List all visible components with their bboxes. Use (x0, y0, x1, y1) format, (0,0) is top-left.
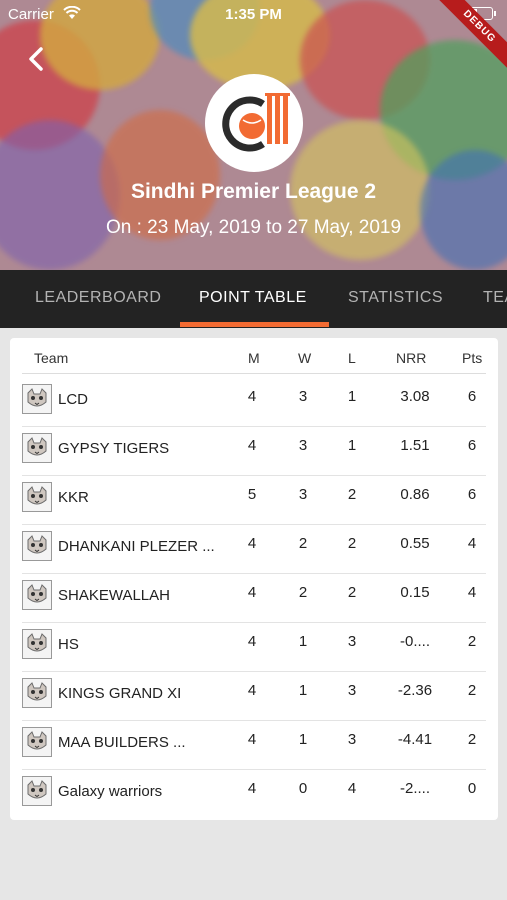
cell-team-name: HS (58, 636, 79, 653)
cell-wins: 1 (298, 633, 308, 650)
cell-team-name: KINGS GRAND XI (58, 685, 182, 702)
cell-nrr: -0.... (399, 633, 430, 650)
cell-matches: 4 (247, 535, 257, 552)
table-row[interactable]: HS 4 1 3 -0.... 2 (10, 623, 498, 672)
cell-wins: 2 (298, 535, 308, 552)
team-avatar-icon (22, 727, 52, 757)
cell-matches: 4 (247, 780, 257, 797)
team-avatar-icon (22, 384, 52, 414)
table-row[interactable]: LCD 4 3 1 3.08 6 (10, 378, 498, 427)
cell-losses: 3 (347, 682, 357, 699)
cell-points: 0 (467, 780, 477, 797)
team-avatar-icon (22, 531, 52, 561)
cell-nrr: -2.... (399, 780, 430, 797)
header-losses: L (348, 350, 356, 366)
league-logo (205, 74, 303, 172)
team-avatar-icon (22, 482, 52, 512)
cell-points: 4 (467, 584, 477, 601)
cell-wins: 3 (298, 437, 308, 454)
league-header: Carrier 1:35 PM DEBUG Sindhi Premier Lea… (0, 0, 507, 270)
tab-teams[interactable]: TEA (483, 270, 507, 328)
cell-points: 6 (467, 388, 477, 405)
cell-wins: 1 (298, 731, 308, 748)
cell-points: 4 (467, 535, 477, 552)
header-nrr: NRR (396, 350, 427, 366)
table-header: Team M W L NRR Pts (10, 338, 498, 374)
team-avatar-icon (22, 580, 52, 610)
back-arrow-icon[interactable] (22, 44, 52, 74)
header-matches: M (248, 350, 260, 366)
cell-wins: 0 (298, 780, 308, 797)
cell-team-name: LCD (58, 391, 89, 408)
cell-team-name: Galaxy warriors (58, 783, 163, 800)
cell-team-name: DHANKANI PLEZER ... (58, 538, 215, 555)
cell-matches: 4 (247, 437, 257, 454)
cell-losses: 1 (347, 437, 357, 454)
table-row[interactable]: SHAKEWALLAH 4 2 2 0.15 4 (10, 574, 498, 623)
cell-wins: 1 (298, 682, 308, 699)
team-avatar-icon (22, 678, 52, 708)
cell-losses: 3 (347, 633, 357, 650)
cell-points: 2 (467, 633, 477, 650)
cell-matches: 4 (247, 633, 257, 650)
cell-matches: 4 (247, 584, 257, 601)
cricket-logo-icon (222, 93, 290, 152)
cell-nrr: 0.86 (400, 486, 430, 503)
cell-losses: 1 (347, 388, 357, 405)
team-avatar-icon (22, 776, 52, 806)
cell-losses: 2 (347, 584, 357, 601)
active-tab-indicator (180, 322, 329, 327)
cell-points: 2 (467, 682, 477, 699)
header-wins: W (298, 350, 312, 366)
point-table-card: Team M W L NRR Pts LCD 4 3 1 3.08 6 GYPSY TIGE… (10, 338, 498, 820)
cell-team-name: KKR (58, 489, 89, 506)
tab-point-table[interactable]: POINT TABLE (199, 270, 307, 328)
cell-losses: 4 (347, 780, 357, 797)
cell-nrr: 3.08 (400, 388, 430, 405)
cell-wins: 3 (298, 388, 308, 405)
league-dates: On : 23 May, 2019 to 27 May, 2019 (105, 217, 402, 238)
cell-wins: 3 (298, 486, 308, 503)
cell-matches: 4 (247, 682, 257, 699)
status-time: 1:35 PM (225, 6, 282, 23)
cell-points: 6 (467, 486, 477, 503)
table-row[interactable]: KINGS GRAND XI 4 1 3 -2.36 2 (10, 672, 498, 721)
cell-nrr: 0.55 (400, 535, 430, 552)
cell-team-name: GYPSY TIGERS (58, 440, 170, 457)
header-divider (22, 373, 486, 374)
status-bar: Carrier 1:35 PM (0, 0, 507, 30)
cell-team-name: SHAKEWALLAH (58, 587, 170, 604)
cell-matches: 5 (247, 486, 257, 503)
cell-wins: 2 (298, 584, 308, 601)
league-title: Sindhi Premier League 2 (130, 180, 377, 203)
cell-points: 2 (467, 731, 477, 748)
header-team: Team (34, 350, 69, 366)
table-row[interactable]: DHANKANI PLEZER ... 4 2 2 0.55 4 (10, 525, 498, 574)
cell-nrr: -2.36 (397, 682, 433, 699)
header-points: Pts (462, 350, 483, 366)
tab-bar: LEADERBOARD POINT TABLE STATISTICS TEA (0, 270, 507, 328)
tab-statistics[interactable]: STATISTICS (348, 270, 443, 328)
table-row[interactable]: Galaxy warriors 4 0 4 -2.... 0 (10, 770, 498, 819)
team-avatar-icon (22, 629, 52, 659)
table-row[interactable]: MAA BUILDERS ... 4 1 3 -4.41 2 (10, 721, 498, 770)
cell-team-name: MAA BUILDERS ... (58, 734, 186, 751)
table-row[interactable]: KKR 5 3 2 0.86 6 (10, 476, 498, 525)
team-avatar-icon (22, 433, 52, 463)
cell-nrr: 0.15 (400, 584, 430, 601)
cell-points: 6 (467, 437, 477, 454)
cell-nrr: 1.51 (400, 437, 430, 454)
tab-leaderboard[interactable]: LEADERBOARD (35, 270, 161, 328)
cell-losses: 2 (347, 535, 357, 552)
cell-losses: 2 (347, 486, 357, 503)
cell-nrr: -4.41 (397, 731, 433, 748)
cell-losses: 3 (347, 731, 357, 748)
cell-matches: 4 (247, 388, 257, 405)
table-row[interactable]: GYPSY TIGERS 4 3 1 1.51 6 (10, 427, 498, 476)
cell-matches: 4 (247, 731, 257, 748)
